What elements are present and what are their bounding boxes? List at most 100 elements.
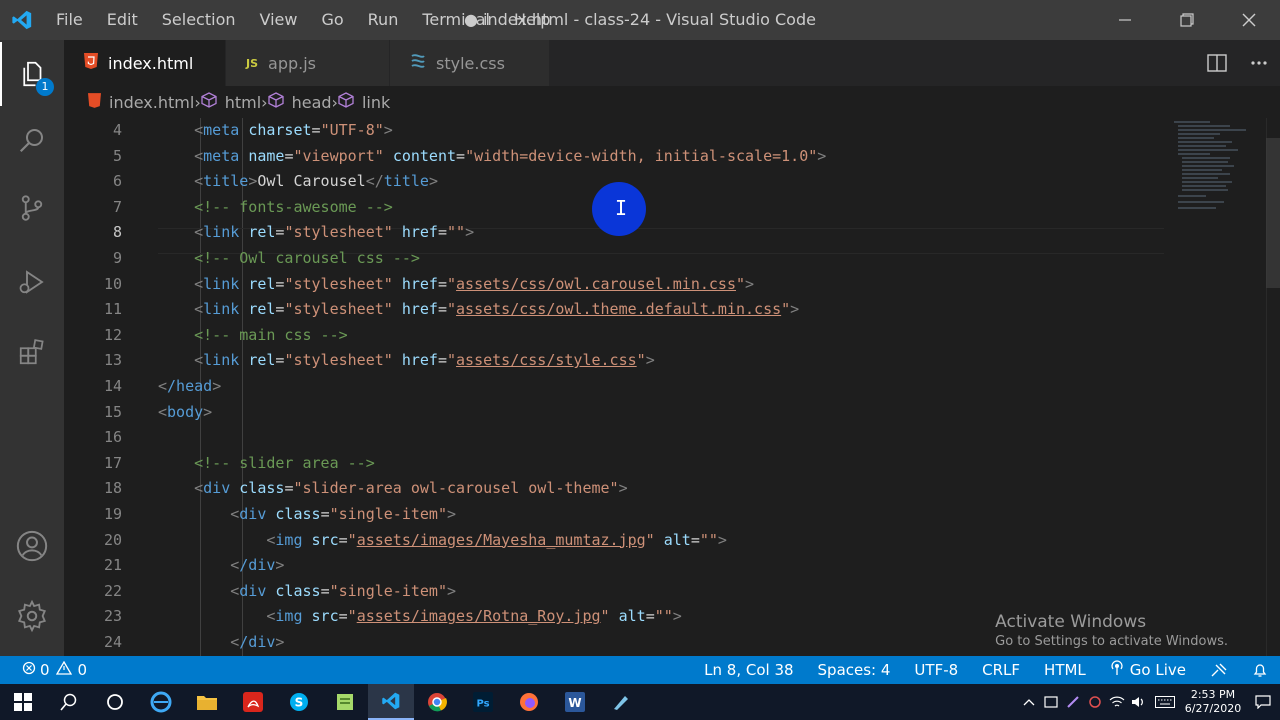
source-control-icon[interactable] xyxy=(0,176,64,240)
line-number: 11 xyxy=(103,300,122,319)
edge-browser-icon[interactable] xyxy=(138,684,184,720)
taskbar-clock[interactable]: 2:53 PM 6/27/2020 xyxy=(1180,688,1246,716)
window-controls xyxy=(1094,0,1280,40)
breadcrumb-link[interactable]: link xyxy=(338,92,390,112)
svg-text:W: W xyxy=(568,696,581,710)
menu-file[interactable]: File xyxy=(44,0,95,40)
vertical-scrollbar[interactable] xyxy=(1266,118,1280,656)
scrollbar-thumb[interactable] xyxy=(1266,138,1280,288)
chrome-icon[interactable] xyxy=(414,684,460,720)
menu-go[interactable]: Go xyxy=(309,0,355,40)
keyboard-icon[interactable] xyxy=(1150,684,1180,720)
line-number: 4 xyxy=(112,121,122,139)
line-number: 17 xyxy=(103,453,122,472)
cortana-icon[interactable] xyxy=(92,684,138,720)
line-number: 6 xyxy=(112,172,122,191)
split-editor-icon[interactable] xyxy=(1196,40,1238,86)
breadcrumb-head[interactable]: head xyxy=(267,92,332,112)
extensions-icon[interactable] xyxy=(0,320,64,384)
taskbar-search-icon[interactable] xyxy=(46,684,92,720)
code-line: <title>Owl Carousel</title> xyxy=(194,172,438,191)
notifications-bell-icon[interactable] xyxy=(1240,656,1280,684)
menu-run[interactable]: Run xyxy=(356,0,411,40)
restore-icon[interactable] xyxy=(1156,0,1218,40)
menu-bar: File Edit Selection View Go Run Terminal… xyxy=(44,0,562,40)
acrobat-icon[interactable] xyxy=(230,684,276,720)
error-icon xyxy=(22,661,36,679)
settings-gear-icon[interactable] xyxy=(0,584,64,648)
tray-chevron-up-icon[interactable] xyxy=(1018,684,1040,720)
volume-icon[interactable] xyxy=(1128,684,1150,720)
go-live-button[interactable]: Go Live xyxy=(1098,656,1198,684)
menu-edit[interactable]: Edit xyxy=(95,0,150,40)
tab-style-css[interactable]: style.css xyxy=(390,40,550,86)
explorer-icon[interactable]: 1 xyxy=(0,42,64,106)
editor-tabs: index.html JS app.js style.css xyxy=(64,40,1280,86)
close-icon[interactable] xyxy=(1218,0,1280,40)
vscode-taskbar-icon[interactable] xyxy=(368,684,414,720)
menu-terminal[interactable]: Terminal xyxy=(410,0,502,40)
cursor-position[interactable]: Ln 8, Col 38 xyxy=(692,656,805,684)
warning-icon xyxy=(55,660,72,679)
pen-tool-icon[interactable] xyxy=(598,684,644,720)
end-of-line[interactable]: CRLF xyxy=(970,656,1032,684)
line-number-current: 8 xyxy=(112,223,122,242)
action-center-icon[interactable] xyxy=(1246,684,1280,720)
menu-help[interactable]: Help xyxy=(502,0,562,40)
code-line: <div class="slider-area owl-carousel owl… xyxy=(194,479,628,498)
code-lines: <meta charset="UTF-8"> <meta name="viewp… xyxy=(158,118,826,655)
wifi-icon[interactable] xyxy=(1106,684,1128,720)
broadcast-icon xyxy=(1110,660,1124,680)
code-line: <meta name="viewport" content="width=dev… xyxy=(194,146,827,165)
indentation[interactable]: Spaces: 4 xyxy=(806,656,903,684)
language-mode[interactable]: HTML xyxy=(1032,656,1098,684)
breadcrumb-file[interactable]: index.html xyxy=(88,93,194,112)
windows-start-icon[interactable] xyxy=(0,684,46,720)
firefox-icon[interactable] xyxy=(506,684,552,720)
minimap[interactable] xyxy=(1170,118,1260,228)
activate-windows-watermark: Activate Windows Go to Settings to activ… xyxy=(995,612,1228,649)
element-cube-icon xyxy=(267,92,284,112)
breadcrumb-html[interactable]: html xyxy=(201,92,261,112)
tray-app-icon[interactable] xyxy=(1040,684,1062,720)
tab-app-js[interactable]: JS app.js xyxy=(226,40,390,86)
menu-view[interactable]: View xyxy=(248,0,310,40)
svg-text:S: S xyxy=(295,696,304,710)
run-debug-icon[interactable] xyxy=(0,250,64,314)
tab-index-html[interactable]: index.html xyxy=(64,40,226,86)
tray-pen-icon[interactable] xyxy=(1062,684,1084,720)
code-line: </head> xyxy=(158,376,222,395)
code-line: <meta charset="UTF-8"> xyxy=(194,121,393,139)
photoshop-icon[interactable]: Ps xyxy=(460,684,506,720)
line-number: 23 xyxy=(103,607,122,626)
vscode-logo-icon xyxy=(0,0,44,40)
menu-selection[interactable]: Selection xyxy=(150,0,248,40)
skype-icon[interactable]: S xyxy=(276,684,322,720)
breadcrumb: index.html › html › head › link xyxy=(64,86,1280,118)
line-number-gutter: 4 5 6 7 8 9 10 11 12 13 14 15 16 17 18 1… xyxy=(64,118,122,655)
title-bar: File Edit Selection View Go Run Terminal… xyxy=(0,0,1280,40)
code-line-current: <link rel="stylesheet" href=""> xyxy=(194,223,475,242)
search-icon[interactable] xyxy=(0,108,64,172)
notepadpp-icon[interactable] xyxy=(322,684,368,720)
tab-label: index.html xyxy=(108,53,194,73)
accounts-icon[interactable] xyxy=(0,514,64,578)
more-actions-icon[interactable] xyxy=(1238,40,1280,86)
file-explorer-icon[interactable] xyxy=(184,684,230,720)
line-number: 5 xyxy=(112,146,122,165)
js-icon: JS xyxy=(246,56,259,70)
line-number: 16 xyxy=(103,428,122,447)
word-icon[interactable]: W xyxy=(552,684,598,720)
code-line: <div class="single-item"> xyxy=(230,581,457,600)
code-editor[interactable]: 4 5 6 7 8 9 10 11 12 13 14 15 16 17 18 1… xyxy=(64,118,1280,656)
feedback-icon[interactable] xyxy=(1198,656,1240,684)
minimize-icon[interactable] xyxy=(1094,0,1156,40)
line-number: 22 xyxy=(103,581,122,600)
tray-network-app-icon[interactable] xyxy=(1084,684,1106,720)
code-line: <link rel="stylesheet" href="assets/css/… xyxy=(194,351,655,370)
encoding[interactable]: UTF-8 xyxy=(902,656,970,684)
line-number: 21 xyxy=(103,556,122,575)
problems-indicator[interactable]: 0 0 xyxy=(0,660,87,679)
line-number: 18 xyxy=(103,479,122,498)
